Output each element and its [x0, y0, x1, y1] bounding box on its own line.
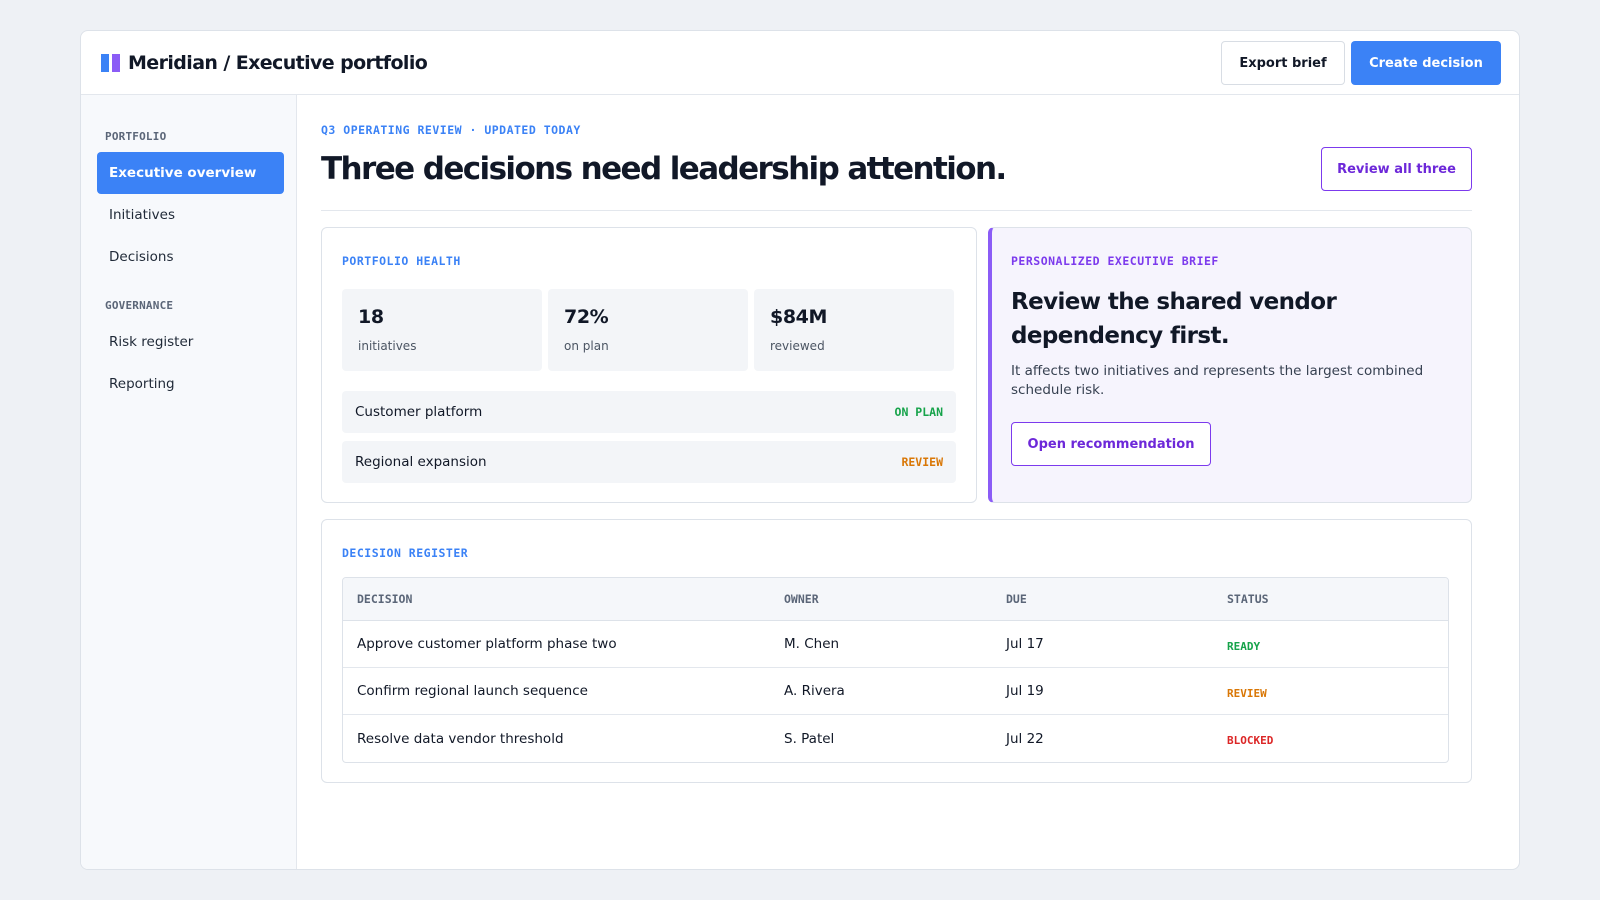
status-badge: BLOCKED — [1227, 734, 1274, 747]
decision-cell: Resolve data vendor threshold — [357, 730, 564, 747]
create-decision-button[interactable]: Create decision — [1351, 41, 1501, 85]
column-header-decision[interactable]: DECISION — [343, 592, 770, 606]
owner-cell: M. Chen — [784, 636, 840, 652]
sidebar: PORTFOLIO Executive overview Initiatives… — [81, 95, 297, 869]
brief-title: Review the shared vendor dependency firs… — [1011, 289, 1337, 349]
stat-reviewed: $84M reviewed — [754, 289, 954, 371]
column-header-owner[interactable]: OWNER — [770, 592, 992, 606]
due-cell: Jul 17 — [1006, 636, 1044, 652]
page-title: Three decisions need leadership attentio… — [321, 151, 1007, 187]
top-bar: Meridian / Executive portfolio Export br… — [81, 31, 1519, 95]
review-all-button[interactable]: Review all three — [1321, 147, 1472, 191]
stat-initiatives: 18 initiatives — [342, 289, 542, 371]
decision-cell: Confirm regional launch sequence — [357, 683, 588, 699]
health-row-name: Customer platform — [355, 404, 483, 420]
decision-cell: Approve customer platform phase two — [357, 636, 617, 652]
sidebar-item-reporting[interactable]: Reporting — [97, 363, 284, 405]
due-cell: Jul 22 — [1006, 730, 1044, 747]
health-row-customer-platform[interactable]: Customer platform ON PLAN — [342, 391, 956, 433]
status-badge: REVIEW — [1227, 686, 1267, 700]
sidebar-item-executive-overview[interactable]: Executive overview — [97, 152, 284, 194]
due-cell: Jul 19 — [1006, 683, 1044, 699]
logo-icon — [101, 54, 120, 72]
portfolio-health-label: PORTFOLIO HEALTH — [342, 254, 461, 268]
owner-cell: A. Rivera — [784, 683, 845, 699]
sidebar-item-decisions[interactable]: Decisions — [97, 236, 284, 278]
column-header-due[interactable]: DUE — [992, 592, 1213, 606]
health-row-regional-expansion[interactable]: Regional expansion REVIEW — [342, 441, 956, 483]
review-eyebrow: Q3 OPERATING REVIEW · UPDATED TODAY — [321, 123, 581, 137]
table-header: DECISION OWNER DUE STATUS — [343, 578, 1448, 621]
export-brief-button[interactable]: Export brief — [1221, 41, 1345, 85]
decision-register-card: DECISION REGISTER DECISION OWNER DUE STA… — [321, 519, 1472, 783]
header-divider — [321, 210, 1472, 211]
stat-value: 18 — [358, 306, 384, 328]
health-row-name: Regional expansion — [355, 454, 487, 470]
table-row[interactable]: Confirm regional launch sequence A. Rive… — [343, 668, 1448, 715]
brand: Meridian / Executive portfolio — [101, 51, 428, 75]
owner-cell: S. Patel — [784, 730, 835, 747]
stat-label: on plan — [564, 339, 609, 353]
sidebar-heading-portfolio: PORTFOLIO — [105, 130, 167, 143]
sidebar-item-initiatives[interactable]: Initiatives — [97, 194, 284, 236]
app-window: Meridian / Executive portfolio Export br… — [80, 30, 1520, 870]
brief-body: It affects two initiatives and represent… — [1011, 363, 1424, 398]
status-badge: REVIEW — [901, 455, 943, 469]
table-row[interactable]: Approve customer platform phase two M. C… — [343, 621, 1448, 668]
logo-bar-purple — [112, 54, 120, 72]
open-recommendation-button[interactable]: Open recommendation — [1011, 422, 1211, 466]
sidebar-heading-governance: GOVERNANCE — [105, 299, 174, 312]
table-row[interactable]: Resolve data vendor threshold S. Patel J… — [343, 715, 1448, 762]
status-badge: READY — [1227, 639, 1261, 653]
stat-label: reviewed — [770, 339, 825, 353]
app-title: Meridian / Executive portfolio — [128, 52, 428, 74]
stat-value: 72% — [564, 306, 609, 328]
portfolio-health-card: PORTFOLIO HEALTH 18 initiatives 72% on p… — [321, 227, 977, 503]
executive-brief-label: PERSONALIZED EXECUTIVE BRIEF — [1011, 254, 1219, 268]
stat-value: $84M — [770, 306, 827, 328]
status-badge: ON PLAN — [894, 405, 943, 419]
decision-register-label: DECISION REGISTER — [342, 546, 469, 560]
column-header-status[interactable]: STATUS — [1213, 592, 1448, 606]
executive-brief-card: PERSONALIZED EXECUTIVE BRIEF Review the … — [988, 227, 1472, 503]
stat-label: initiatives — [358, 339, 417, 353]
sidebar-item-risk-register[interactable]: Risk register — [97, 321, 284, 363]
decision-table: DECISION OWNER DUE STATUS Approve custom… — [342, 577, 1449, 763]
stat-on-plan: 72% on plan — [548, 289, 748, 371]
logo-bar-blue — [101, 54, 109, 72]
